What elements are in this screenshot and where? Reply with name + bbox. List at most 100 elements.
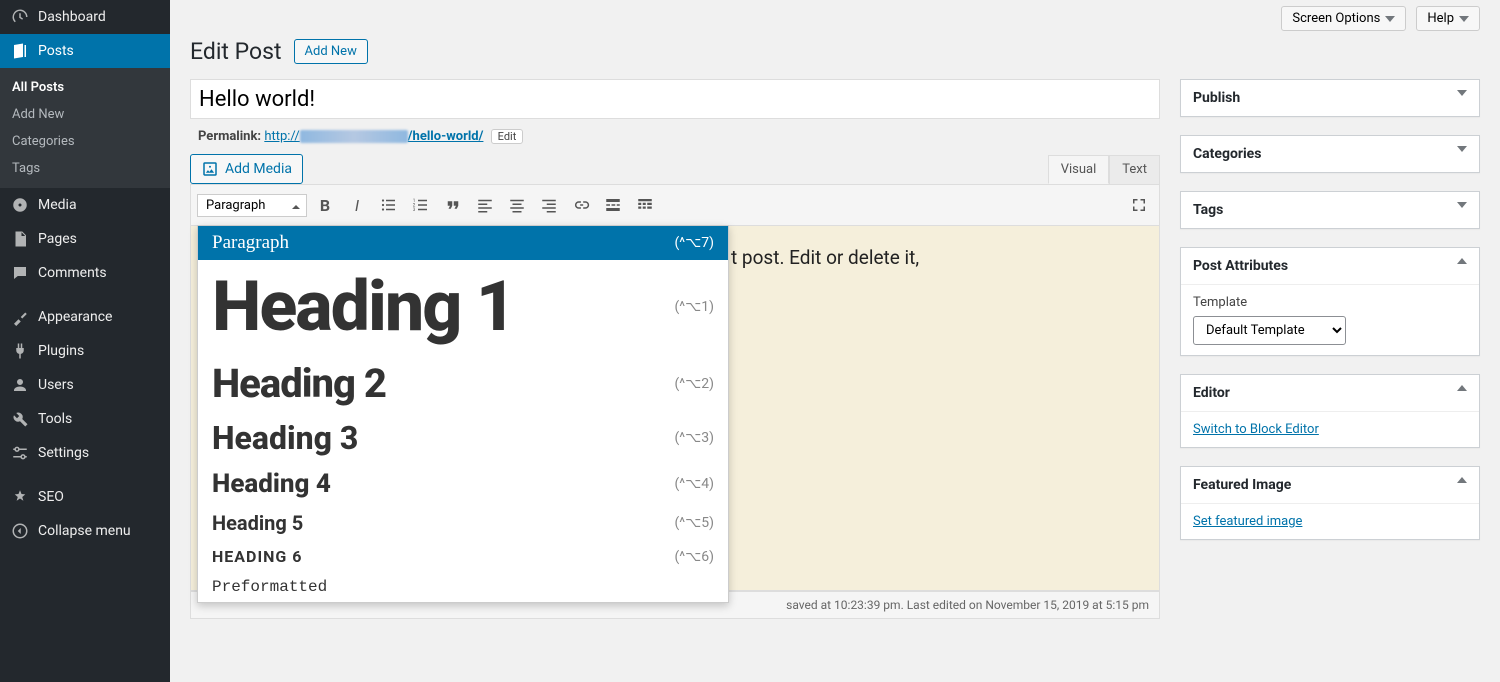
format-option-heading-3[interactable]: Heading 3 (^⌥3) — [198, 413, 728, 463]
comments-icon — [10, 263, 30, 283]
categories-panel-title: Categories — [1193, 146, 1261, 162]
fullscreen-button[interactable] — [1125, 191, 1153, 219]
featured-image-panel: Featured Image Set featured image — [1180, 466, 1480, 540]
featured-image-header[interactable]: Featured Image — [1181, 467, 1479, 504]
align-left-button[interactable] — [471, 191, 499, 219]
format-option-heading-5[interactable]: Heading 5 (^⌥5) — [198, 505, 728, 541]
chevron-up-icon — [1457, 477, 1467, 483]
settings-icon — [10, 443, 30, 463]
categories-panel-header[interactable]: Categories — [1181, 136, 1479, 172]
chevron-up-icon — [1457, 385, 1467, 391]
sidebar-item-label: Pages — [38, 231, 77, 247]
publish-panel-header[interactable]: Publish — [1181, 80, 1479, 116]
permalink-label: Permalink: — [198, 129, 261, 144]
tags-panel-header[interactable]: Tags — [1181, 192, 1479, 228]
format-option-heading-1[interactable]: Heading 1 (^⌥1) — [198, 260, 728, 354]
template-select[interactable]: Default Template — [1193, 316, 1346, 345]
post-attributes-panel: Post Attributes Template Default Templat… — [1180, 247, 1480, 356]
bullet-list-button[interactable] — [375, 191, 403, 219]
help-button[interactable]: Help — [1416, 6, 1480, 31]
format-option-label: Heading 2 — [212, 360, 386, 407]
sidebar-item-media[interactable]: Media — [0, 188, 170, 222]
sidebar-item-pages[interactable]: Pages — [0, 222, 170, 256]
format-option-shortcut: (^⌥1) — [674, 299, 714, 315]
sidebar-subitem-tags[interactable]: Tags — [0, 155, 170, 182]
format-select[interactable]: Paragraph — [197, 194, 307, 217]
page-heading: Edit Post Add New — [190, 38, 1480, 65]
users-icon — [10, 375, 30, 395]
sidebar-subitem-all-posts[interactable]: All Posts — [0, 74, 170, 101]
format-option-paragraph[interactable]: Paragraph(^⌥7) — [198, 226, 728, 260]
format-option-preformatted[interactable]: Preformatted — [198, 572, 728, 602]
screen-options-button[interactable]: Screen Options — [1281, 6, 1406, 31]
sidebar-item-label: Tools — [38, 411, 72, 427]
align-center-button[interactable] — [503, 191, 531, 219]
format-option-shortcut: (^⌥3) — [674, 430, 714, 446]
numbered-list-button[interactable]: 123 — [407, 191, 435, 219]
format-option-heading-6[interactable]: HEADING 6(^⌥6) — [198, 541, 728, 572]
editor-column: Permalink: http:///hello-world/ Edit Add… — [190, 79, 1160, 619]
permalink-row: Permalink: http:///hello-world/ Edit — [190, 129, 1160, 144]
page-title: Edit Post — [190, 38, 282, 65]
sidebar-item-posts[interactable]: Posts — [0, 34, 170, 68]
align-right-button[interactable] — [535, 191, 563, 219]
format-option-heading-4[interactable]: Heading 4(^⌥4) — [198, 463, 728, 505]
sidebar-item-label: Comments — [38, 265, 107, 281]
italic-button[interactable]: I — [343, 191, 371, 219]
sidebar-item-dashboard[interactable]: Dashboard — [0, 0, 170, 34]
format-option-shortcut: (^⌥5) — [674, 515, 714, 531]
sidebar-item-plugins[interactable]: Plugins — [0, 334, 170, 368]
set-featured-image-link[interactable]: Set featured image — [1193, 514, 1302, 529]
edit-permalink-button[interactable]: Edit — [491, 129, 524, 144]
format-option-heading-2[interactable]: Heading 2 (^⌥2) — [198, 354, 728, 413]
permalink-slug: /hello-world/ — [408, 129, 484, 144]
seo-icon — [10, 487, 30, 507]
blockquote-button[interactable] — [439, 191, 467, 219]
format-option-label: Paragraph — [212, 232, 289, 254]
appearance-icon — [10, 307, 30, 327]
permalink-link[interactable]: http:///hello-world/ — [264, 129, 483, 144]
post-attributes-header[interactable]: Post Attributes — [1181, 248, 1479, 285]
format-option-label: Heading 3 — [212, 419, 358, 457]
format-option-label: Preformatted — [212, 578, 327, 596]
tab-visual[interactable]: Visual — [1048, 155, 1110, 184]
format-dropdown: Paragraph(^⌥7) Heading 1 (^⌥1) Heading 2 (^⌥… — [197, 225, 729, 603]
format-option-label: Heading 4 — [212, 469, 331, 499]
sidebar-item-users[interactable]: Users — [0, 368, 170, 402]
format-option-label: Heading 1 — [212, 266, 514, 348]
media-row: Add Media Visual Text — [190, 154, 1160, 184]
editor-panel-header[interactable]: Editor — [1181, 375, 1479, 412]
editor-panel: Editor Switch to Block Editor — [1180, 374, 1480, 448]
meta-panels: Publish Categories Tags Post Attributes … — [1180, 79, 1480, 619]
bold-button[interactable]: B — [311, 191, 339, 219]
add-new-button[interactable]: Add New — [294, 39, 368, 64]
switch-block-editor-link[interactable]: Switch to Block Editor — [1193, 422, 1319, 437]
media-icon — [10, 195, 30, 215]
post-title-input[interactable] — [190, 79, 1160, 119]
collapse-icon — [10, 521, 30, 541]
sidebar-item-label: Collapse menu — [38, 523, 131, 539]
link-button[interactable] — [567, 191, 595, 219]
read-more-button[interactable] — [599, 191, 627, 219]
chevron-down-icon — [1385, 16, 1395, 22]
sidebar-item-label: Posts — [38, 43, 74, 59]
sidebar-item-appearance[interactable]: Appearance — [0, 300, 170, 334]
main-columns: Permalink: http:///hello-world/ Edit Add… — [190, 79, 1480, 619]
top-bar: Screen Options Help — [190, 0, 1480, 31]
format-option-label: Heading 5 — [212, 511, 303, 535]
sidebar-item-settings[interactable]: Settings — [0, 436, 170, 470]
publish-panel-title: Publish — [1193, 90, 1240, 106]
dashboard-icon — [10, 7, 30, 27]
sidebar-item-collapse-menu[interactable]: Collapse menu — [0, 514, 170, 548]
post-body-fragment: t post. Edit or delete it, — [731, 246, 919, 269]
add-media-button[interactable]: Add Media — [190, 154, 303, 184]
format-option-shortcut: (^⌥2) — [674, 376, 714, 392]
sidebar-item-tools[interactable]: Tools — [0, 402, 170, 436]
tab-text[interactable]: Text — [1109, 155, 1160, 184]
categories-panel: Categories — [1180, 135, 1480, 173]
toolbar-toggle-button[interactable] — [631, 191, 659, 219]
sidebar-item-comments[interactable]: Comments — [0, 256, 170, 290]
sidebar-item-seo[interactable]: SEO — [0, 480, 170, 514]
sidebar-subitem-categories[interactable]: Categories — [0, 128, 170, 155]
sidebar-subitem-add-new[interactable]: Add New — [0, 101, 170, 128]
